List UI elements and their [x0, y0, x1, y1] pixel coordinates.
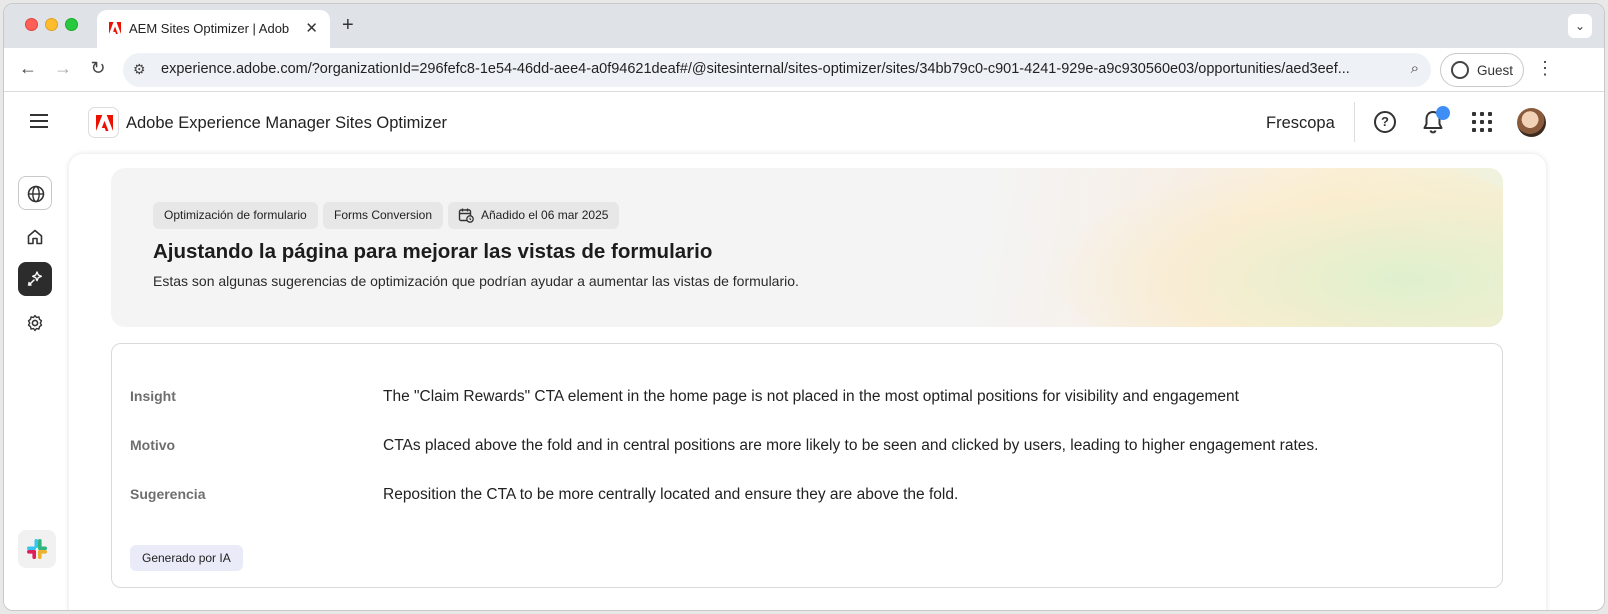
page-title: Ajustando la página para mejorar las vis… [153, 240, 713, 263]
globe-icon [27, 185, 45, 203]
insight-card: Insight The "Claim Rewards" CTA element … [111, 343, 1503, 588]
adobe-favicon-icon [109, 22, 121, 34]
zoom-icon[interactable]: ⌕ [1411, 60, 1419, 77]
tab-title: AEM Sites Optimizer | Adobe [129, 21, 289, 36]
header-divider [1354, 102, 1355, 142]
date-chip: Añadido el 06 mar 2025 [448, 202, 620, 229]
home-icon [27, 229, 43, 245]
reason-value: CTAs placed above the fold and in centra… [383, 437, 1319, 454]
site-info-icon[interactable]: ⚙ [133, 61, 146, 78]
profile-button[interactable]: Guest [1440, 53, 1524, 87]
opportunities-icon [27, 271, 42, 286]
opportunity-hero: Optimización de formulario Forms Convers… [111, 168, 1503, 327]
reload-button[interactable]: ↻ [86, 58, 110, 79]
minimize-window-button[interactable] [45, 18, 58, 31]
address-bar[interactable]: ⚙ experience.adobe.com/?organizationId=2… [123, 53, 1431, 87]
browser-tab[interactable]: AEM Sites Optimizer | Adobe ✕ [97, 10, 330, 48]
adobe-logo-icon [96, 115, 113, 131]
profile-icon [1451, 61, 1469, 79]
hamburger-menu-icon[interactable] [30, 114, 48, 128]
new-tab-button[interactable]: + [342, 14, 354, 37]
adobe-logo[interactable] [88, 107, 119, 138]
category-chip: Optimización de formulario [153, 202, 318, 229]
insight-label: Insight [130, 388, 176, 404]
profile-label: Guest [1477, 63, 1514, 78]
forward-button[interactable]: → [51, 58, 75, 79]
rail-item-slack[interactable] [18, 530, 56, 568]
ai-generated-badge: Generado por IA [130, 545, 243, 571]
maximize-window-button[interactable] [65, 18, 78, 31]
reason-label: Motivo [130, 437, 176, 453]
rail-item-sites[interactable] [18, 176, 52, 210]
date-chip-label: Añadido el 06 mar 2025 [481, 208, 609, 222]
suggestion-value: Reposition the CTA to be more centrally … [383, 486, 959, 503]
user-avatar[interactable] [1517, 108, 1546, 137]
slack-icon [27, 539, 47, 559]
settings-icon [27, 314, 43, 332]
left-rail [4, 154, 68, 610]
back-button[interactable]: ← [16, 58, 40, 79]
browser-menu-icon[interactable]: ⋮ [1536, 58, 1554, 79]
rail-item-settings[interactable] [18, 306, 52, 340]
tab-strip: AEM Sites Optimizer | Adobe ✕ + ⌄ [4, 4, 1604, 48]
app-header: Adobe Experience Manager Sites Optimizer… [4, 92, 1604, 154]
insight-value: The "Claim Rewards" CTA element in the h… [383, 388, 1239, 405]
org-switcher[interactable]: Frescopa [1266, 114, 1335, 133]
notification-badge [1436, 106, 1450, 120]
rail-item-home[interactable] [18, 220, 52, 254]
tab-close-icon[interactable]: ✕ [305, 19, 318, 37]
type-chip: Forms Conversion [323, 202, 444, 229]
help-icon[interactable]: ? [1374, 111, 1396, 133]
suggestion-label: Sugerencia [130, 486, 206, 502]
apps-grid-icon[interactable] [1472, 112, 1492, 132]
url-text[interactable]: experience.adobe.com/?organizationId=296… [161, 61, 1391, 77]
page-subtitle: Estas son algunas sugerencias de optimiz… [153, 273, 799, 289]
rail-item-opportunities[interactable] [18, 262, 52, 296]
close-window-button[interactable] [25, 18, 38, 31]
main-content: Optimización de formulario Forms Convers… [69, 154, 1546, 610]
browser-toolbar: ← → ↻ ⚙ experience.adobe.com/?organizati… [4, 48, 1604, 92]
calendar-icon [458, 208, 474, 223]
hero-gradient [1041, 168, 1503, 327]
browser-window: AEM Sites Optimizer | Adobe ✕ + ⌄ ← → ↻ … [3, 3, 1605, 611]
app-title: Adobe Experience Manager Sites Optimizer [126, 114, 447, 132]
tab-search-button[interactable]: ⌄ [1568, 14, 1592, 38]
